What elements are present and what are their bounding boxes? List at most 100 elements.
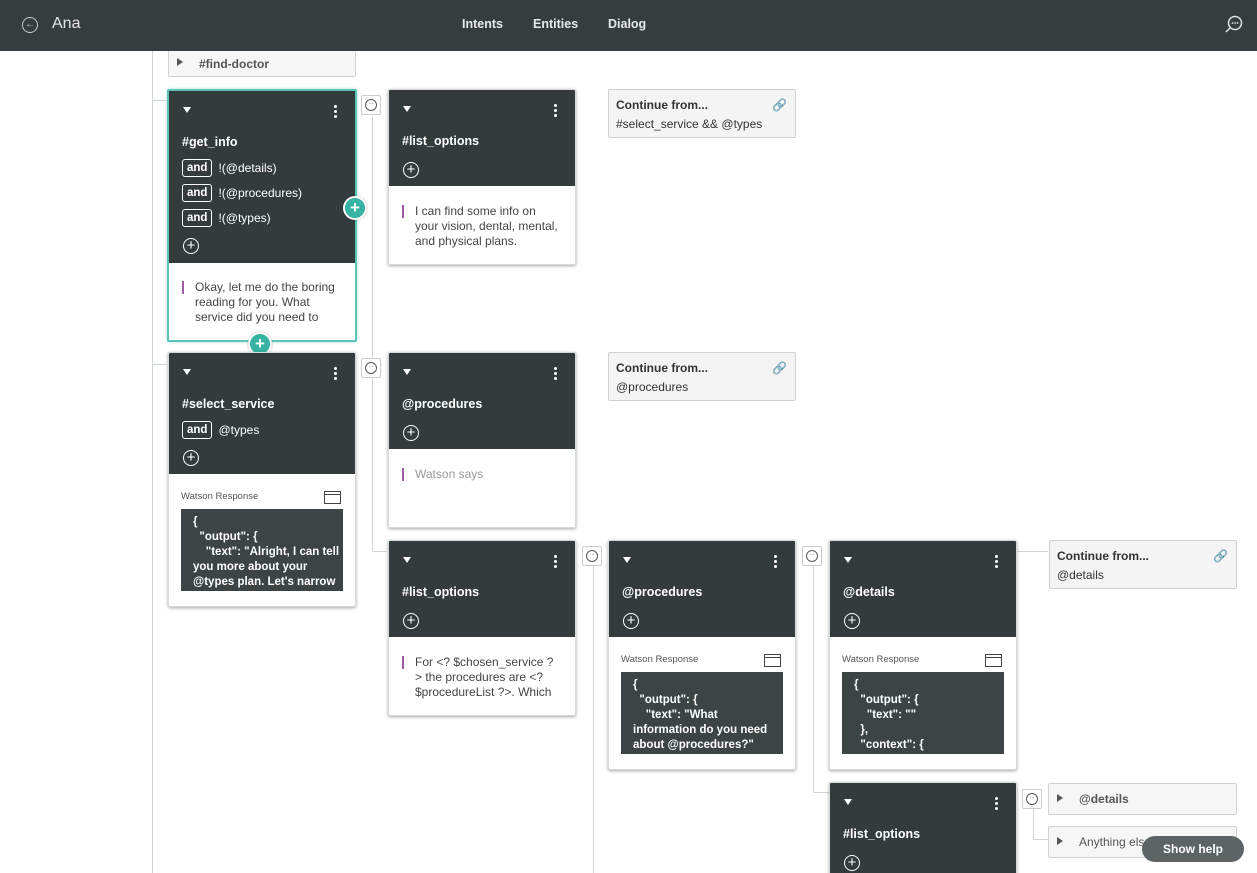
node-response: I can find some info on your vision, den… — [402, 204, 561, 249]
collapse-icon[interactable] — [403, 369, 411, 375]
node-find-doctor[interactable]: #find-doctor — [168, 51, 356, 77]
add-condition-icon[interactable]: + — [844, 855, 860, 871]
tree-connector — [813, 563, 814, 793]
node-list-options[interactable]: #list_options + I can find some info on … — [388, 89, 576, 265]
add-condition-icon[interactable]: + — [403, 425, 419, 441]
expand-editor-icon[interactable] — [985, 654, 1002, 667]
node-condition: #list_options — [843, 827, 921, 841]
continue-from-box[interactable]: Continue from... 🔗 #select_service && @t… — [608, 89, 796, 138]
tab-entities[interactable]: Entities — [533, 17, 578, 31]
tree-connector — [372, 117, 373, 551]
json-response: { "output": { "text": "What information … — [621, 672, 783, 754]
node-response: Okay, let me do the boring reading for y… — [182, 280, 341, 325]
collapse-icon[interactable] — [183, 107, 191, 113]
watson-response-label: Watson Response — [842, 654, 920, 665]
continue-target: @details — [1057, 568, 1104, 582]
and-operator[interactable]: and — [182, 209, 213, 227]
expand-editor-icon[interactable] — [764, 654, 781, 667]
add-condition-icon[interactable]: + — [403, 613, 419, 629]
node-menu-icon[interactable] — [554, 367, 557, 382]
tree-connector — [1033, 809, 1034, 839]
and-condition: and !(@details) — [182, 159, 277, 177]
continue-target: @procedures — [616, 380, 689, 394]
tree-connector — [813, 792, 829, 793]
tab-intents[interactable]: Intents — [462, 17, 503, 31]
node-select-service[interactable]: #select_service and @types + Watson Respo… — [168, 352, 356, 607]
link-icon[interactable]: 🔗 — [772, 361, 787, 375]
ask-watson-icon[interactable] — [1224, 15, 1244, 35]
add-child-plus-icon[interactable]: + — [343, 196, 367, 220]
jump-to-bubble-icon[interactable]: ··· — [361, 95, 381, 115]
node-menu-icon[interactable] — [995, 555, 998, 570]
tree-connector — [1015, 551, 1048, 552]
continue-title: Continue from... — [616, 361, 708, 375]
tree-connector — [152, 364, 167, 365]
condition-text: !(@procedures) — [218, 186, 302, 200]
dialog-canvas[interactable]: #find-doctor #get_info and !(@details) an… — [0, 51, 1257, 873]
workspace-name: Ana — [52, 15, 81, 32]
add-condition-icon[interactable]: + — [403, 162, 419, 178]
continue-from-box[interactable]: Continue from... 🔗 @details — [1049, 540, 1237, 589]
tree-connector — [152, 100, 167, 101]
node-get-info[interactable]: #get_info and !(@details) and !(@procedure… — [167, 89, 357, 342]
node-condition: #find-doctor — [199, 57, 269, 71]
collapse-icon[interactable] — [623, 557, 631, 563]
expand-editor-icon[interactable] — [324, 491, 341, 504]
jump-to-bubble-icon[interactable]: ··· — [361, 358, 381, 378]
node-condition: #select_service — [182, 397, 275, 411]
node-menu-icon[interactable] — [554, 104, 557, 119]
node-list-options[interactable]: #list_options + — [829, 782, 1017, 873]
node-response: Watson says — [402, 467, 561, 482]
expand-icon[interactable] — [177, 58, 183, 66]
node-procedures[interactable]: @procedures + Watson says — [388, 352, 576, 528]
node-condition: @details — [843, 585, 895, 599]
add-condition-icon[interactable]: + — [844, 613, 860, 629]
continue-target: #select_service && @types — [616, 117, 763, 131]
and-operator[interactable]: and — [182, 421, 213, 439]
node-details[interactable]: @details + Watson Response { "output": {… — [829, 540, 1017, 770]
tree-connector — [372, 551, 387, 552]
add-condition-icon[interactable]: + — [183, 450, 199, 466]
json-response: { "output": { "text": "Alright, I can te… — [181, 509, 343, 591]
and-condition: and @types — [182, 421, 259, 439]
tree-connector — [593, 563, 594, 873]
node-menu-icon[interactable] — [554, 555, 557, 570]
node-menu-icon[interactable] — [334, 105, 337, 120]
node-condition: @procedures — [402, 397, 483, 411]
continue-title: Continue from... — [616, 98, 708, 112]
expand-icon[interactable] — [1057, 794, 1063, 802]
top-bar: ← Ana Intents Entities Dialog — [0, 0, 1257, 51]
jump-to-bubble-icon[interactable]: ··· — [1022, 789, 1042, 809]
node-procedures[interactable]: @procedures + Watson Response { "output"… — [608, 540, 796, 770]
expand-icon[interactable] — [1057, 837, 1063, 845]
node-condition: #list_options — [402, 134, 480, 148]
jump-to-bubble-icon[interactable]: ··· — [582, 546, 602, 566]
add-condition-icon[interactable]: + — [183, 238, 199, 254]
show-help-button[interactable]: Show help — [1142, 836, 1244, 862]
collapse-icon[interactable] — [844, 557, 852, 563]
node-condition: #get_info — [182, 135, 238, 149]
node-condition: @procedures — [622, 585, 703, 599]
node-details-collapsed[interactable]: @details — [1048, 783, 1237, 815]
collapse-icon[interactable] — [403, 106, 411, 112]
node-menu-icon[interactable] — [995, 797, 998, 812]
node-menu-icon[interactable] — [774, 555, 777, 570]
node-menu-icon[interactable] — [334, 367, 337, 382]
and-operator[interactable]: and — [182, 184, 213, 202]
jump-to-bubble-icon[interactable]: ··· — [802, 546, 822, 566]
tree-connector — [152, 51, 153, 873]
collapse-icon[interactable] — [844, 799, 852, 805]
condition-text: !(@types) — [218, 211, 271, 225]
link-icon[interactable]: 🔗 — [1213, 549, 1228, 563]
back-arrow-icon[interactable]: ← — [22, 17, 38, 33]
watson-response-label: Watson Response — [181, 491, 259, 502]
and-operator[interactable]: and — [182, 159, 213, 177]
add-condition-icon[interactable]: + — [623, 613, 639, 629]
node-condition: Anything else — [1079, 835, 1152, 849]
continue-from-box[interactable]: Continue from... 🔗 @procedures — [608, 352, 796, 401]
collapse-icon[interactable] — [403, 557, 411, 563]
link-icon[interactable]: 🔗 — [772, 98, 787, 112]
tab-dialog[interactable]: Dialog — [608, 17, 646, 31]
collapse-icon[interactable] — [183, 369, 191, 375]
node-list-options[interactable]: #list_options + For <? $chosen_service ?… — [388, 540, 576, 716]
